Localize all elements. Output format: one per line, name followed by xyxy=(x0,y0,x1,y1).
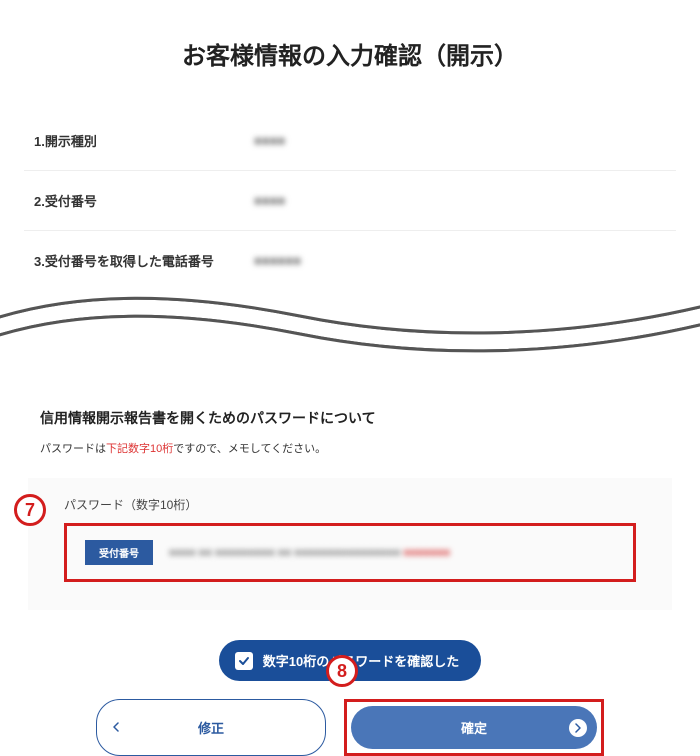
chevron-right-icon xyxy=(569,719,587,737)
info-row-type: 1.開示種別 ■■■■ xyxy=(24,111,676,171)
receipt-number-tag: 受付番号 xyxy=(85,540,153,565)
info-value: ■■■■■■ xyxy=(254,253,301,268)
torn-divider-icon xyxy=(0,288,700,368)
confirm-label: 数字10桁のパスワードを確認した xyxy=(263,651,459,670)
back-button[interactable]: 修正 xyxy=(96,699,326,756)
action-row: 修正 確定 xyxy=(28,699,672,756)
info-value: ■■■■ xyxy=(254,193,285,208)
password-blurred: ■■■■ ■■ ■■■■■■■■■ ■■ ■■■■■■■■■■■■■■■■ ■■… xyxy=(169,547,615,559)
note-suffix: ですので、メモしてください。 xyxy=(173,443,326,455)
callout-marker-7: 7 xyxy=(14,494,46,526)
note-red: 下記数字10桁 xyxy=(106,443,173,455)
info-value: ■■■■ xyxy=(254,133,285,148)
submit-label: 確定 xyxy=(461,718,487,737)
info-row-phone: 3.受付番号を取得した電話番号 ■■■■■■ xyxy=(24,231,676,291)
chevron-left-icon xyxy=(111,720,121,735)
info-list: 1.開示種別 ■■■■ 2.受付番号 ■■■■ 3.受付番号を取得した電話番号 … xyxy=(0,111,700,291)
info-row-receipt: 2.受付番号 ■■■■ xyxy=(24,171,676,231)
info-label: 3.受付番号を取得した電話番号 xyxy=(34,251,254,270)
password-sub-label: パスワード（数字10桁） xyxy=(64,496,636,513)
note-prefix: パスワードは xyxy=(40,443,106,455)
password-box: 受付番号 ■■■■ ■■ ■■■■■■■■■ ■■ ■■■■■■■■■■■■■■… xyxy=(64,523,636,582)
back-label: 修正 xyxy=(198,718,224,737)
password-section: 信用情報開示報告書を開くためのパスワードについて パスワードは下記数字10桁です… xyxy=(0,396,700,756)
checkbox-checked-icon xyxy=(235,652,253,670)
info-label: 2.受付番号 xyxy=(34,191,254,210)
section-note: パスワードは下記数字10桁ですので、メモしてください。 xyxy=(40,440,660,456)
page-title: お客様情報の入力確認（開示） xyxy=(0,36,700,71)
page-header: お客様情報の入力確認（開示） xyxy=(0,0,700,111)
info-label: 1.開示種別 xyxy=(34,131,254,150)
password-card: パスワード（数字10桁） 受付番号 ■■■■ ■■ ■■■■■■■■■ ■■ ■… xyxy=(28,478,672,610)
submit-button-highlight: 確定 xyxy=(344,699,604,756)
submit-button[interactable]: 確定 xyxy=(351,706,597,749)
section-title: 信用情報開示報告書を開くためのパスワードについて xyxy=(40,408,660,428)
callout-marker-8: 8 xyxy=(326,655,358,687)
